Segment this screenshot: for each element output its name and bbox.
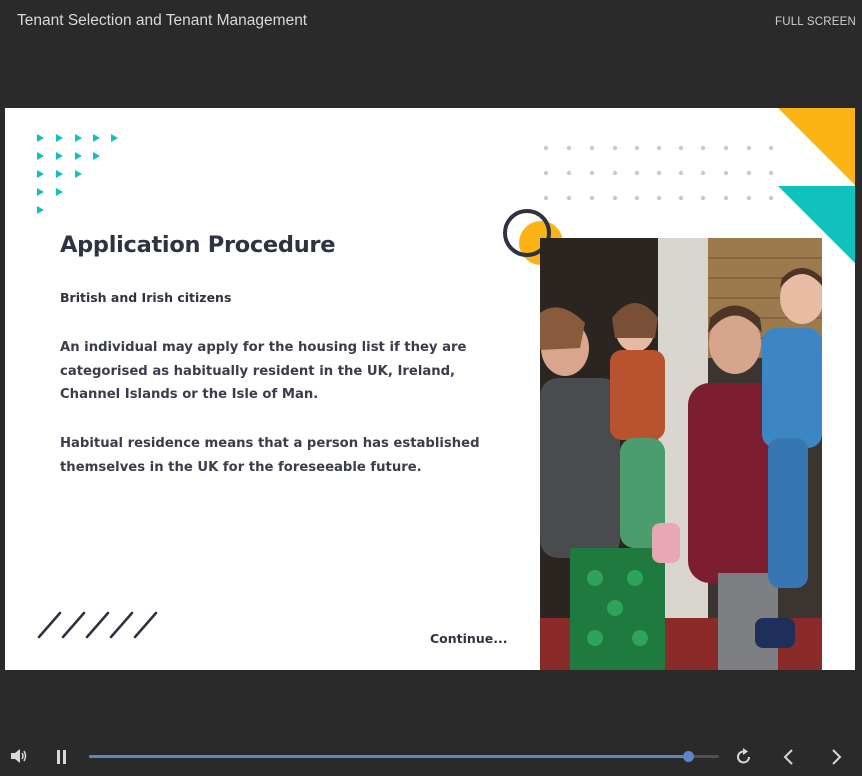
- slide-canvas: Application Procedure British and Irish …: [5, 108, 855, 670]
- photo-illustration: [540, 238, 822, 670]
- continue-link[interactable]: Continue...: [430, 631, 507, 646]
- next-icon[interactable]: [831, 749, 843, 765]
- slide-subheading: British and Irish citizens: [60, 290, 232, 305]
- player-controls: [0, 738, 862, 776]
- progress-bar[interactable]: [89, 751, 719, 762]
- slash-lines-decoration: [37, 611, 158, 639]
- slide-heading: Application Procedure: [60, 232, 336, 258]
- progress-handle[interactable]: [682, 751, 694, 762]
- body-paragraph-1: An individual may apply for the housing …: [60, 340, 467, 402]
- pause-icon[interactable]: [56, 750, 68, 764]
- family-photo: [540, 238, 822, 670]
- fullscreen-button[interactable]: FULL SCREEN: [775, 16, 856, 28]
- replay-icon[interactable]: [736, 748, 752, 765]
- volume-icon[interactable]: [10, 748, 28, 764]
- triangle-pattern-decoration: [37, 134, 118, 214]
- previous-icon[interactable]: [782, 749, 794, 765]
- dot-grid-decoration: [543, 145, 774, 201]
- progress-fill: [89, 755, 688, 758]
- top-bar: Tenant Selection and Tenant Management F…: [0, 0, 862, 44]
- course-title: Tenant Selection and Tenant Management: [17, 12, 308, 29]
- body-paragraph-2: Habitual residence means that a person h…: [60, 436, 480, 475]
